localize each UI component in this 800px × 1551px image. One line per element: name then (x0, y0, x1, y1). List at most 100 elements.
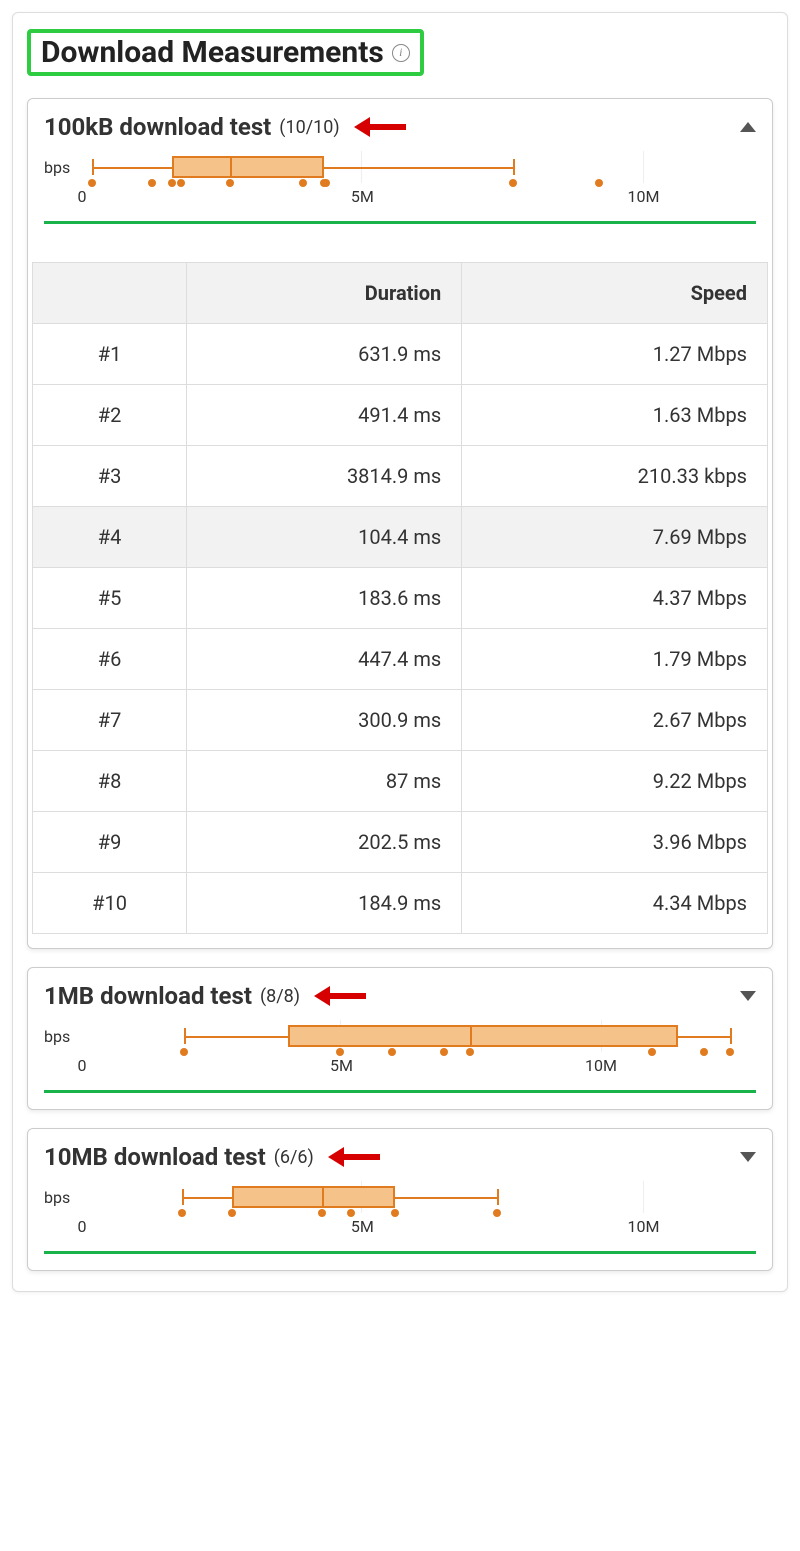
table-row[interactable]: #33814.9 ms210.33 kbps (33, 446, 768, 507)
download-measurements-panel: Download Measurements i 100kB download t… (12, 12, 788, 1292)
whisker-cap (182, 1189, 184, 1205)
table-row[interactable]: #7300.9 ms2.67 Mbps (33, 690, 768, 751)
cell-speed: 7.69 Mbps (462, 507, 768, 568)
median-line (322, 1186, 324, 1208)
cell-index: #10 (33, 873, 187, 934)
data-point (388, 1048, 396, 1056)
section-10mb-count: (6/6) (274, 1147, 314, 1168)
table-row[interactable]: #887 ms9.22 Mbps (33, 751, 768, 812)
whisker-cap (513, 159, 515, 175)
data-point (336, 1048, 344, 1056)
col-speed: Speed (462, 263, 768, 324)
data-point (493, 1209, 501, 1217)
data-point (177, 179, 185, 187)
table-row[interactable]: #2491.4 ms1.63 Mbps (33, 385, 768, 446)
section-100kb-count: (10/10) (279, 117, 339, 138)
annotation-arrow-icon (328, 1147, 380, 1167)
info-icon[interactable]: i (392, 44, 410, 62)
cell-speed: 4.37 Mbps (462, 568, 768, 629)
section-10mb-header[interactable]: 10MB download test (6/6) (28, 1129, 772, 1173)
section-1mb-count: (8/8) (260, 986, 300, 1007)
cell-index: #7 (33, 690, 187, 751)
data-point (148, 179, 156, 187)
annotation-arrow-icon (314, 986, 366, 1006)
cell-speed: 2.67 Mbps (462, 690, 768, 751)
median-line (470, 1025, 472, 1047)
cell-speed: 3.96 Mbps (462, 812, 768, 873)
cell-speed: 9.22 Mbps (462, 751, 768, 812)
cell-speed: 1.79 Mbps (462, 629, 768, 690)
progress-bar (44, 221, 756, 224)
data-point (178, 1209, 186, 1217)
cell-index: #9 (33, 812, 187, 873)
section-100kb-chart: bps (28, 143, 772, 240)
section-1mb-chart: bps (28, 1012, 772, 1109)
table-row[interactable]: #1631.9 ms1.27 Mbps (33, 324, 768, 385)
data-point (466, 1048, 474, 1056)
cell-duration: 447.4 ms (187, 629, 462, 690)
page-title: Download Measurements i (41, 35, 410, 70)
data-point (320, 179, 328, 187)
section-10mb: 10MB download test (6/6) bps (27, 1128, 773, 1271)
cell-index: #5 (33, 568, 187, 629)
chart-ylabel: bps (44, 1188, 70, 1207)
table-header-row: Duration Speed (33, 263, 768, 324)
grid-line (643, 151, 644, 183)
cell-duration: 300.9 ms (187, 690, 462, 751)
table-row[interactable]: #9202.5 ms3.96 Mbps (33, 812, 768, 873)
section-100kb-table: Duration Speed #1631.9 ms1.27 Mbps#2491.… (32, 262, 768, 934)
data-point (228, 1209, 236, 1217)
cell-duration: 183.6 ms (187, 568, 462, 629)
whisker-cap (497, 1189, 499, 1205)
expand-icon[interactable] (740, 1152, 756, 1162)
axis-tick: 5M (330, 1056, 353, 1075)
chart-axis: 0 5M 10M (82, 187, 756, 215)
axis-tick: 10M (627, 187, 659, 206)
table-row[interactable]: #10184.9 ms4.34 Mbps (33, 873, 768, 934)
section-10mb-chart: bps (28, 1173, 772, 1270)
cell-duration: 104.4 ms (187, 507, 462, 568)
page-title-text: Download Measurements (41, 35, 384, 70)
cell-speed: 1.63 Mbps (462, 385, 768, 446)
chart-axis: 0 5M 10M (82, 1056, 756, 1084)
axis-tick: 5M (351, 1217, 374, 1236)
chart-axis: 0 5M 10M (82, 1217, 756, 1245)
data-point (318, 1209, 326, 1217)
cell-speed: 1.27 Mbps (462, 324, 768, 385)
box (232, 1186, 395, 1208)
axis-tick: 0 (78, 187, 87, 206)
expand-icon[interactable] (740, 991, 756, 1001)
cell-index: #6 (33, 629, 187, 690)
section-100kb: 100kB download test (10/10) bps (27, 98, 773, 949)
section-100kb-title: 100kB download test (44, 113, 271, 141)
progress-bar (44, 1251, 756, 1254)
cell-speed: 210.33 kbps (462, 446, 768, 507)
cell-index: #8 (33, 751, 187, 812)
axis-tick: 0 (78, 1056, 87, 1075)
progress-bar (44, 1090, 756, 1093)
chart-ylabel: bps (44, 1027, 70, 1046)
data-point (180, 1048, 188, 1056)
collapse-icon[interactable] (740, 122, 756, 132)
table-row[interactable]: #5183.6 ms4.37 Mbps (33, 568, 768, 629)
section-1mb-header[interactable]: 1MB download test (8/8) (28, 968, 772, 1012)
section-1mb-title: 1MB download test (44, 982, 252, 1010)
axis-tick: 0 (78, 1217, 87, 1236)
axis-tick: 5M (351, 187, 374, 206)
data-point (595, 179, 603, 187)
cell-index: #4 (33, 507, 187, 568)
data-point (226, 179, 234, 187)
whisker-cap (730, 1028, 732, 1044)
col-duration: Duration (187, 263, 462, 324)
cell-index: #2 (33, 385, 187, 446)
section-1mb: 1MB download test (8/8) bps (27, 967, 773, 1110)
whisker-cap (92, 159, 94, 175)
boxplot-100kb (80, 147, 756, 187)
table-row[interactable]: #6447.4 ms1.79 Mbps (33, 629, 768, 690)
data-point (347, 1209, 355, 1217)
boxplot-1mb (80, 1016, 756, 1056)
axis-tick: 10M (627, 1217, 659, 1236)
section-10mb-title: 10MB download test (44, 1143, 266, 1171)
section-100kb-header[interactable]: 100kB download test (10/10) (28, 99, 772, 143)
table-row[interactable]: #4104.4 ms7.69 Mbps (33, 507, 768, 568)
